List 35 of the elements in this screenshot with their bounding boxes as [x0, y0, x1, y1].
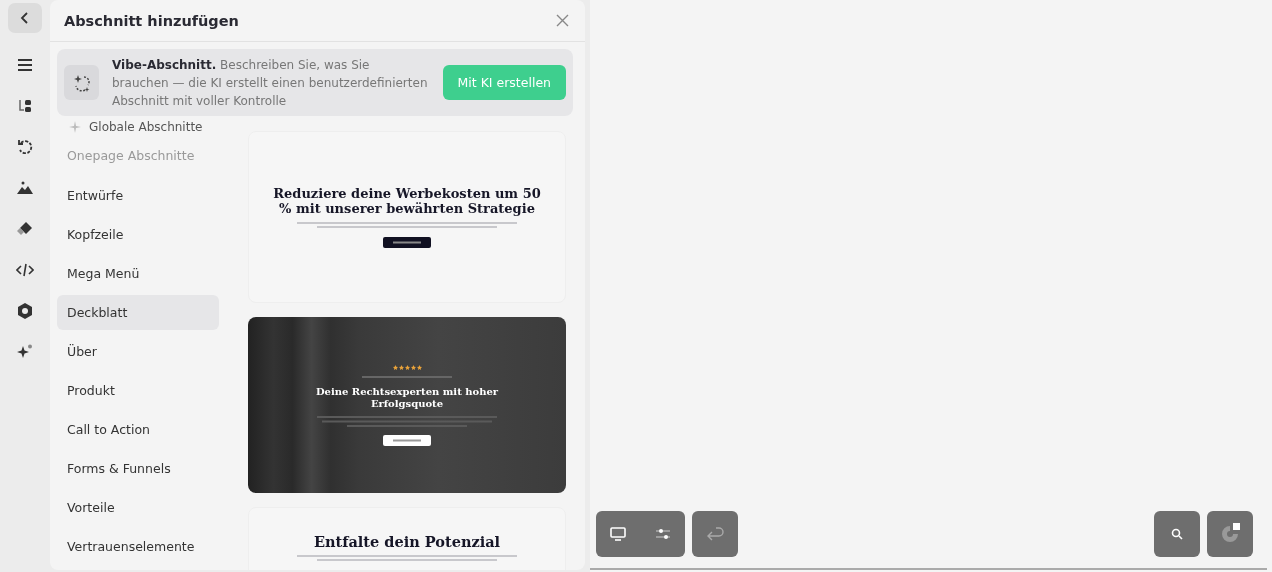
- close-icon[interactable]: [556, 14, 569, 27]
- cta-button-drawing: [383, 237, 431, 248]
- section-heading: Onepage Abschnitte: [66, 147, 196, 165]
- hexagon-icon[interactable]: [16, 301, 34, 320]
- monitor-icon[interactable]: [610, 527, 627, 541]
- search-icon: [1171, 528, 1183, 540]
- category-item[interactable]: Produkt: [57, 373, 219, 408]
- nav-item[interactable]: Globale Abschnitte: [89, 120, 203, 134]
- logo-button[interactable]: [1207, 511, 1253, 557]
- undo-icon[interactable]: [16, 137, 34, 156]
- cta-button-drawing: [383, 434, 431, 446]
- section-preview[interactable]: Deine Rechtsexperten mit hoher Erfolgsquote: [248, 317, 566, 493]
- return-arrow-icon: [706, 527, 724, 541]
- category-item[interactable]: Entwürfe: [57, 178, 219, 213]
- ai-section-icon: [64, 65, 99, 100]
- section-preview[interactable]: Entfalte dein Potenzial: [248, 507, 566, 570]
- preview-heading: Deine Rechtsexperten mit hoher Erfolgsquote: [314, 385, 500, 410]
- back-button[interactable]: [8, 3, 42, 33]
- category-item[interactable]: Vorteile: [57, 490, 219, 525]
- vibe-description: Vibe-Abschnitt. Beschreiben Sie, was Sie brauchen — die KI erstellt einen benutzerdefinierten Abschnitt mit voller Kontrolle: [112, 56, 429, 110]
- eraser-icon[interactable]: [16, 219, 34, 238]
- category-item[interactable]: Kopfzeile: [57, 217, 219, 252]
- category-item[interactable]: Mega Menü: [57, 256, 219, 291]
- sliders-icon[interactable]: [654, 527, 671, 541]
- section-preview[interactable]: Reduziere deine Werbekosten um 50 % mit unserer bewährten Strategie: [248, 131, 566, 303]
- category-item[interactable]: Call to Action: [57, 412, 219, 447]
- panel-title: Abschnitt hinzufügen: [64, 12, 239, 29]
- category-item[interactable]: Über: [57, 334, 219, 369]
- preview-heading: Entfalte dein Potenzial: [313, 534, 501, 549]
- category-item[interactable]: Vertrauenselemente: [57, 529, 219, 564]
- search-button[interactable]: [1154, 511, 1200, 557]
- category-item[interactable]: Deckblatt: [57, 295, 219, 330]
- preview-heading: Reduziere deine Werbekosten um 50 % mit unserer bewährten Strategie: [272, 186, 542, 216]
- category-item[interactable]: Forms & Funnels: [57, 451, 219, 486]
- sparkle-icon: [69, 121, 81, 133]
